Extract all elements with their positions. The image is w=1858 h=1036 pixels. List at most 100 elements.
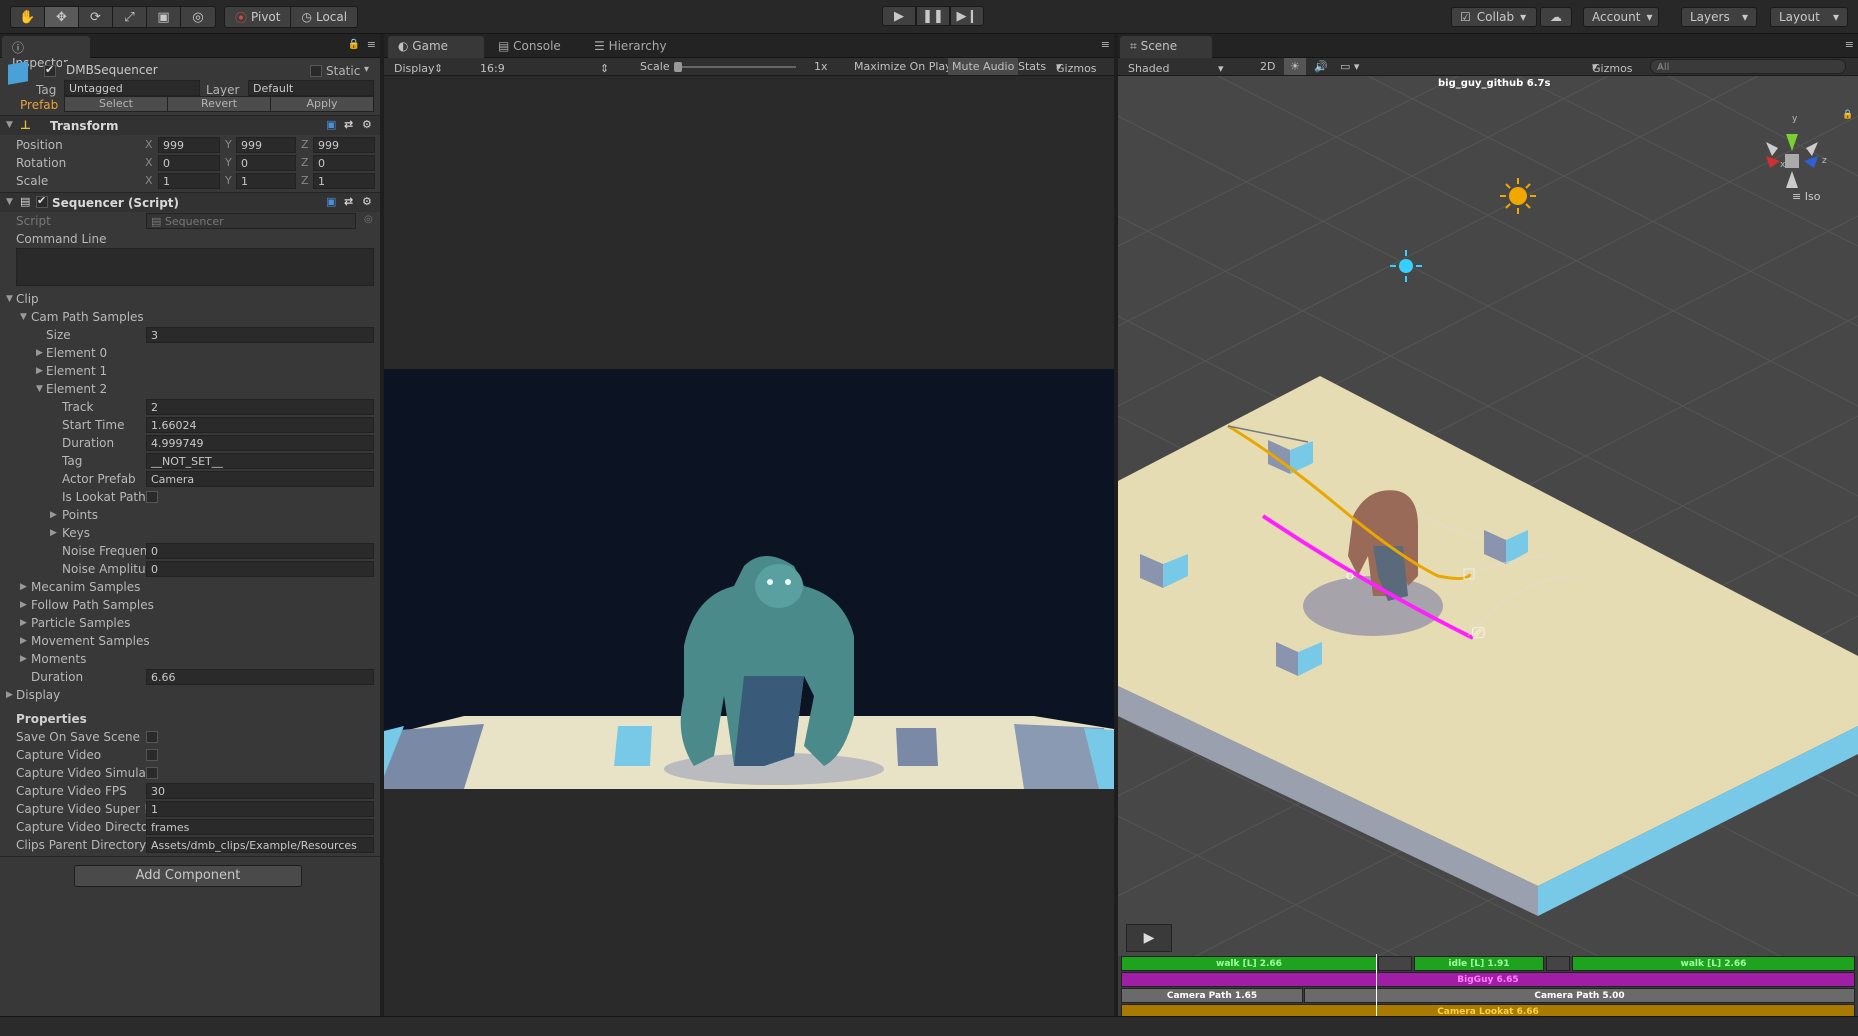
moments-foldout[interactable]: ▶ Moments bbox=[0, 650, 380, 668]
track-field[interactable]: 2 bbox=[146, 399, 374, 415]
command-line-textarea[interactable] bbox=[16, 248, 374, 286]
help-icon[interactable]: ▣ bbox=[326, 195, 336, 208]
preset-icon[interactable]: ⇄ bbox=[344, 118, 353, 131]
timeline-track-bigguy[interactable]: BigGuy 6.65 bbox=[1121, 972, 1855, 987]
orientation-gizmo[interactable] bbox=[1766, 134, 1818, 188]
timeline-track-camera-path-1[interactable]: Camera Path 1.65 bbox=[1121, 988, 1303, 1003]
timeline-track-idle[interactable]: idle [L] 1.91 bbox=[1414, 956, 1544, 971]
object-name-field[interactable]: DMBSequencer bbox=[62, 62, 302, 78]
video-directory-field[interactable]: frames bbox=[146, 819, 374, 835]
clip-foldout[interactable]: ▼ Clip bbox=[0, 290, 380, 308]
tab-game[interactable]: ◐ Game bbox=[388, 36, 484, 58]
game-viewport[interactable] bbox=[384, 76, 1114, 1016]
prefab-revert-button[interactable]: Revert bbox=[168, 97, 271, 111]
hand-tool-icon[interactable]: ✋ bbox=[11, 7, 45, 27]
tab-inspector[interactable]: ⓘ Inspector bbox=[2, 36, 90, 70]
tab-scene[interactable]: ⌗ Scene bbox=[1120, 36, 1212, 58]
actor-prefab-field[interactable]: Camera bbox=[146, 471, 374, 487]
element0-foldout[interactable]: ▶ Element 0 bbox=[0, 344, 380, 362]
step-button[interactable]: ▶❙ bbox=[950, 6, 984, 26]
lock-icon[interactable]: 🔒 bbox=[348, 39, 360, 50]
mecanim-foldout[interactable]: ▶ Mecanim Samples bbox=[0, 578, 380, 596]
noise-amplitude-field[interactable]: 0 bbox=[146, 561, 374, 577]
collab-button[interactable]: ☑ Collab ▾ bbox=[1451, 7, 1537, 27]
scale-z-field[interactable]: 1 bbox=[313, 173, 375, 189]
transform-header[interactable]: ▼ ⊥ Transform ▣ ⇄ ⚙ bbox=[0, 115, 380, 135]
timeline-track-camera-path-2[interactable]: Camera Path 5.00 bbox=[1304, 988, 1855, 1003]
account-dropdown[interactable]: Account ▾ bbox=[1583, 7, 1659, 27]
static-dropdown-icon[interactable]: ▾ bbox=[364, 64, 369, 75]
audio-toggle-icon[interactable]: 🔊 bbox=[1314, 60, 1328, 73]
timeline-track-walk-2[interactable]: walk [L] 2.66 bbox=[1572, 956, 1855, 971]
active-checkbox[interactable] bbox=[44, 63, 56, 77]
projection-toggle[interactable]: ≡ Iso bbox=[1792, 190, 1820, 203]
follow-path-foldout[interactable]: ▶ Follow Path Samples bbox=[0, 596, 380, 614]
play-button[interactable]: ▶ bbox=[882, 6, 916, 26]
position-x-field[interactable]: 999 bbox=[158, 137, 220, 153]
scale-x-field[interactable]: 1 bbox=[158, 173, 220, 189]
prefab-apply-button[interactable]: Apply bbox=[271, 97, 373, 111]
prefab-select-button[interactable]: Select bbox=[65, 97, 168, 111]
target-icon[interactable]: ◎ bbox=[364, 214, 373, 225]
element1-foldout[interactable]: ▶ Element 1 bbox=[0, 362, 380, 380]
scene-gizmos-dropdown[interactable]: Gizmos ▾ bbox=[1592, 60, 1633, 75]
pivot-button[interactable]: ⦿ Pivot bbox=[225, 7, 292, 27]
tab-console[interactable]: ▤ Console bbox=[488, 36, 584, 58]
script-enabled-checkbox[interactable] bbox=[36, 194, 48, 208]
scene-viewport[interactable]: ⎚ big_guy_github 6.7s y x z 🔒 ≡ Iso ▶ wa… bbox=[1118, 76, 1858, 1016]
scale-y-field[interactable]: 1 bbox=[236, 173, 296, 189]
element2-foldout[interactable]: ▼ Element 2 bbox=[0, 380, 380, 398]
points-foldout[interactable]: ▶ Points bbox=[0, 506, 380, 524]
gear-icon[interactable]: ⚙ bbox=[362, 118, 372, 131]
clip-duration-field[interactable]: 6.66 bbox=[146, 669, 374, 685]
start-time-field[interactable]: 1.66024 bbox=[146, 417, 374, 433]
timeline-track-walk-1[interactable]: walk [L] 2.66 bbox=[1121, 956, 1377, 971]
timeline-play-button[interactable]: ▶ bbox=[1126, 924, 1172, 952]
layout-dropdown[interactable]: Layout ▾ bbox=[1770, 7, 1848, 27]
effects-dropdown-icon[interactable]: ▭ ▾ bbox=[1340, 60, 1359, 73]
rotation-y-field[interactable]: 0 bbox=[236, 155, 296, 171]
capture-simulate-checkbox[interactable] bbox=[146, 767, 158, 779]
maximize-on-play-toggle[interactable]: Maximize On Play bbox=[850, 60, 956, 73]
gizmos-dropdown[interactable]: Gizmos ▾ bbox=[1056, 60, 1097, 75]
menu-icon[interactable]: ≡ bbox=[367, 38, 376, 51]
preset-icon[interactable]: ⇄ bbox=[344, 195, 353, 208]
scale-tool-icon[interactable]: ⤢ bbox=[113, 7, 147, 27]
rotation-z-field[interactable]: 0 bbox=[313, 155, 375, 171]
timeline-track-camera-lookat[interactable]: Camera Lookat 6.66 bbox=[1121, 1004, 1855, 1016]
timeline[interactable]: walk [L] 2.66 idle [L] 1.91 walk [L] 2.6… bbox=[1118, 954, 1858, 1016]
timeline-playhead[interactable] bbox=[1376, 954, 1377, 1016]
cloud-button[interactable]: ☁ bbox=[1540, 7, 1572, 27]
clips-directory-field[interactable]: Assets/dmb_clips/Example/Resources bbox=[146, 837, 374, 853]
position-y-field[interactable]: 999 bbox=[236, 137, 296, 153]
rect-tool-icon[interactable]: ▣ bbox=[147, 7, 181, 27]
splitter[interactable] bbox=[1114, 34, 1118, 1016]
rotation-x-field[interactable]: 0 bbox=[158, 155, 220, 171]
2d-toggle[interactable]: 2D bbox=[1254, 60, 1281, 73]
transform-tool-icon[interactable]: ◎ bbox=[181, 7, 215, 27]
add-component-button[interactable]: Add Component bbox=[74, 865, 302, 887]
menu-icon[interactable]: ≡ bbox=[1101, 38, 1110, 51]
fps-field[interactable]: 30 bbox=[146, 783, 374, 799]
help-icon[interactable]: ▣ bbox=[326, 118, 336, 131]
stats-toggle[interactable]: Stats bbox=[1018, 60, 1046, 73]
sequencer-script-header[interactable]: ▼ ▤ Sequencer (Script) ▣ ⇄ ⚙ bbox=[0, 192, 380, 212]
save-on-save-checkbox[interactable] bbox=[146, 731, 158, 743]
capture-video-checkbox[interactable] bbox=[146, 749, 158, 761]
move-tool-icon[interactable]: ✥ bbox=[45, 7, 79, 27]
rotate-tool-icon[interactable]: ⟳ bbox=[79, 7, 113, 27]
duration-field[interactable]: 4.999749 bbox=[146, 435, 374, 451]
supersize-field[interactable]: 1 bbox=[146, 801, 374, 817]
particle-foldout[interactable]: ▶ Particle Samples bbox=[0, 614, 380, 632]
tab-hierarchy[interactable]: ☰ Hierarchy bbox=[584, 36, 694, 58]
size-field[interactable]: 3 bbox=[146, 327, 374, 343]
lookat-checkbox[interactable] bbox=[146, 491, 158, 503]
position-z-field[interactable]: 999 bbox=[313, 137, 375, 153]
noise-frequency-field[interactable]: 0 bbox=[146, 543, 374, 559]
display-foldout[interactable]: ▶ Display bbox=[0, 686, 380, 704]
menu-icon[interactable]: ≡ bbox=[1845, 38, 1854, 51]
movement-foldout[interactable]: ▶ Movement Samples bbox=[0, 632, 380, 650]
scene-search-input[interactable]: ⌕ All bbox=[1650, 59, 1846, 74]
tag-dropdown[interactable]: Untagged bbox=[64, 80, 200, 96]
static-checkbox[interactable] bbox=[310, 65, 322, 77]
